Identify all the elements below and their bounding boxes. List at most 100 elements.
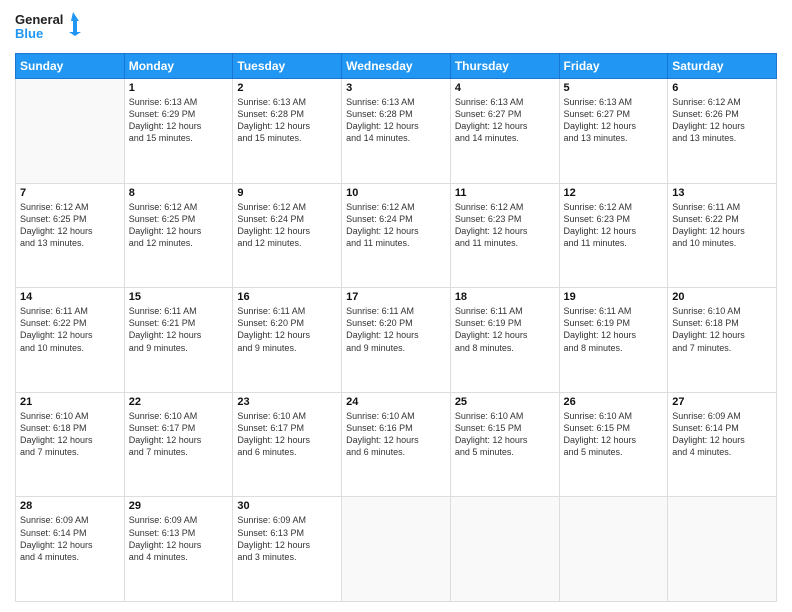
- day-cell: 30 Sunrise: 6:09 AM Sunset: 6:13 PM Dayli…: [233, 497, 342, 602]
- day-cell: 17Sunrise: 6:11 AM Sunset: 6:20 PM Dayli…: [342, 288, 451, 393]
- logo-svg: General Blue: [15, 10, 85, 45]
- day-number: 28: [20, 500, 120, 512]
- day-info: Sunrise: 6:10 AM Sunset: 6:17 PM Dayligh…: [129, 410, 229, 459]
- calendar-table: SundayMondayTuesdayWednesdayThursdayFrid…: [15, 53, 777, 602]
- day-number: 23: [237, 396, 337, 408]
- col-header-wednesday: Wednesday: [342, 54, 451, 79]
- day-cell: 10Sunrise: 6:12 AM Sunset: 6:24 PM Dayli…: [342, 183, 451, 288]
- week-row-2: 7 Sunrise: 6:12 AM Sunset: 6:25 PM Daylig…: [16, 183, 777, 288]
- day-cell: 9 Sunrise: 6:12 AM Sunset: 6:24 PM Daylig…: [233, 183, 342, 288]
- day-number: 2: [237, 82, 337, 94]
- day-number: 7: [20, 187, 120, 199]
- day-cell: 16 Sunrise: 6:11 AM Sunset: 6:20 PM Dayli…: [233, 288, 342, 393]
- day-cell: [559, 497, 668, 602]
- day-info: Sunrise: 6:12 AM Sunset: 6:25 PM Dayligh…: [20, 201, 120, 250]
- calendar-header-row: SundayMondayTuesdayWednesdayThursdayFrid…: [16, 54, 777, 79]
- day-info: Sunrise: 6:10 AM Sunset: 6:18 PM Dayligh…: [672, 305, 772, 354]
- day-info: Sunrise: 6:11 AM Sunset: 6:21 PM Dayligh…: [129, 305, 229, 354]
- day-number: 27: [672, 396, 772, 408]
- day-info: Sunrise: 6:09 AM Sunset: 6:13 PM Dayligh…: [129, 514, 229, 563]
- day-cell: 4 Sunrise: 6:13 AM Sunset: 6:27 PM Daylig…: [450, 79, 559, 184]
- day-info: Sunrise: 6:12 AM Sunset: 6:24 PM Dayligh…: [346, 201, 446, 250]
- day-info: Sunrise: 6:11 AM Sunset: 6:19 PM Dayligh…: [564, 305, 664, 354]
- day-info: Sunrise: 6:12 AM Sunset: 6:25 PM Dayligh…: [129, 201, 229, 250]
- day-cell: [450, 497, 559, 602]
- day-number: 16: [237, 291, 337, 303]
- day-cell: 7 Sunrise: 6:12 AM Sunset: 6:25 PM Daylig…: [16, 183, 125, 288]
- week-row-1: 1 Sunrise: 6:13 AM Sunset: 6:29 PM Daylig…: [16, 79, 777, 184]
- day-info: Sunrise: 6:11 AM Sunset: 6:19 PM Dayligh…: [455, 305, 555, 354]
- day-number: 25: [455, 396, 555, 408]
- day-info: Sunrise: 6:09 AM Sunset: 6:13 PM Dayligh…: [237, 514, 337, 563]
- svg-text:General: General: [15, 12, 63, 27]
- day-number: 30: [237, 500, 337, 512]
- day-info: Sunrise: 6:10 AM Sunset: 6:16 PM Dayligh…: [346, 410, 446, 459]
- page: General Blue SundayMondayTuesdayWednesda…: [0, 0, 792, 612]
- day-info: Sunrise: 6:12 AM Sunset: 6:23 PM Dayligh…: [564, 201, 664, 250]
- day-info: Sunrise: 6:13 AM Sunset: 6:28 PM Dayligh…: [237, 96, 337, 145]
- week-row-3: 14Sunrise: 6:11 AM Sunset: 6:22 PM Dayli…: [16, 288, 777, 393]
- day-cell: 3Sunrise: 6:13 AM Sunset: 6:28 PM Daylig…: [342, 79, 451, 184]
- logo: General Blue: [15, 10, 85, 45]
- day-number: 22: [129, 396, 229, 408]
- day-number: 11: [455, 187, 555, 199]
- day-number: 19: [564, 291, 664, 303]
- day-number: 5: [564, 82, 664, 94]
- day-info: Sunrise: 6:09 AM Sunset: 6:14 PM Dayligh…: [672, 410, 772, 459]
- day-cell: 21 Sunrise: 6:10 AM Sunset: 6:18 PM Dayli…: [16, 392, 125, 497]
- day-cell: [16, 79, 125, 184]
- day-cell: 2 Sunrise: 6:13 AM Sunset: 6:28 PM Daylig…: [233, 79, 342, 184]
- day-number: 26: [564, 396, 664, 408]
- week-row-4: 21 Sunrise: 6:10 AM Sunset: 6:18 PM Dayli…: [16, 392, 777, 497]
- day-cell: 19 Sunrise: 6:11 AM Sunset: 6:19 PM Dayli…: [559, 288, 668, 393]
- day-cell: [342, 497, 451, 602]
- col-header-tuesday: Tuesday: [233, 54, 342, 79]
- day-cell: 27 Sunrise: 6:09 AM Sunset: 6:14 PM Dayli…: [668, 392, 777, 497]
- day-cell: 24 Sunrise: 6:10 AM Sunset: 6:16 PM Dayli…: [342, 392, 451, 497]
- day-number: 20: [672, 291, 772, 303]
- day-cell: 1 Sunrise: 6:13 AM Sunset: 6:29 PM Daylig…: [124, 79, 233, 184]
- day-number: 14: [20, 291, 120, 303]
- svg-text:Blue: Blue: [15, 26, 43, 41]
- day-info: Sunrise: 6:10 AM Sunset: 6:15 PM Dayligh…: [564, 410, 664, 459]
- day-number: 15: [129, 291, 229, 303]
- day-number: 24: [346, 396, 446, 408]
- week-row-5: 28 Sunrise: 6:09 AM Sunset: 6:14 PM Dayli…: [16, 497, 777, 602]
- day-number: 1: [129, 82, 229, 94]
- day-cell: 6Sunrise: 6:12 AM Sunset: 6:26 PM Daylig…: [668, 79, 777, 184]
- day-info: Sunrise: 6:10 AM Sunset: 6:18 PM Dayligh…: [20, 410, 120, 459]
- day-cell: 22 Sunrise: 6:10 AM Sunset: 6:17 PM Dayli…: [124, 392, 233, 497]
- day-cell: 12 Sunrise: 6:12 AM Sunset: 6:23 PM Dayli…: [559, 183, 668, 288]
- day-info: Sunrise: 6:12 AM Sunset: 6:23 PM Dayligh…: [455, 201, 555, 250]
- day-info: Sunrise: 6:11 AM Sunset: 6:22 PM Dayligh…: [672, 201, 772, 250]
- day-number: 12: [564, 187, 664, 199]
- day-info: Sunrise: 6:13 AM Sunset: 6:29 PM Dayligh…: [129, 96, 229, 145]
- day-info: Sunrise: 6:13 AM Sunset: 6:27 PM Dayligh…: [455, 96, 555, 145]
- col-header-monday: Monday: [124, 54, 233, 79]
- day-number: 9: [237, 187, 337, 199]
- day-cell: 8Sunrise: 6:12 AM Sunset: 6:25 PM Daylig…: [124, 183, 233, 288]
- day-info: Sunrise: 6:12 AM Sunset: 6:24 PM Dayligh…: [237, 201, 337, 250]
- day-info: Sunrise: 6:11 AM Sunset: 6:20 PM Dayligh…: [237, 305, 337, 354]
- col-header-thursday: Thursday: [450, 54, 559, 79]
- day-cell: 5Sunrise: 6:13 AM Sunset: 6:27 PM Daylig…: [559, 79, 668, 184]
- header: General Blue: [15, 10, 777, 45]
- day-cell: 25 Sunrise: 6:10 AM Sunset: 6:15 PM Dayli…: [450, 392, 559, 497]
- day-cell: 18 Sunrise: 6:11 AM Sunset: 6:19 PM Dayli…: [450, 288, 559, 393]
- day-cell: 23 Sunrise: 6:10 AM Sunset: 6:17 PM Dayli…: [233, 392, 342, 497]
- day-number: 29: [129, 500, 229, 512]
- day-info: Sunrise: 6:09 AM Sunset: 6:14 PM Dayligh…: [20, 514, 120, 563]
- day-cell: 11 Sunrise: 6:12 AM Sunset: 6:23 PM Dayli…: [450, 183, 559, 288]
- day-cell: 20 Sunrise: 6:10 AM Sunset: 6:18 PM Dayli…: [668, 288, 777, 393]
- col-header-saturday: Saturday: [668, 54, 777, 79]
- day-number: 4: [455, 82, 555, 94]
- day-number: 17: [346, 291, 446, 303]
- day-number: 21: [20, 396, 120, 408]
- day-cell: 13 Sunrise: 6:11 AM Sunset: 6:22 PM Dayli…: [668, 183, 777, 288]
- day-number: 18: [455, 291, 555, 303]
- day-info: Sunrise: 6:10 AM Sunset: 6:15 PM Dayligh…: [455, 410, 555, 459]
- day-cell: 29 Sunrise: 6:09 AM Sunset: 6:13 PM Dayli…: [124, 497, 233, 602]
- day-cell: 15 Sunrise: 6:11 AM Sunset: 6:21 PM Dayli…: [124, 288, 233, 393]
- day-info: Sunrise: 6:10 AM Sunset: 6:17 PM Dayligh…: [237, 410, 337, 459]
- day-number: 13: [672, 187, 772, 199]
